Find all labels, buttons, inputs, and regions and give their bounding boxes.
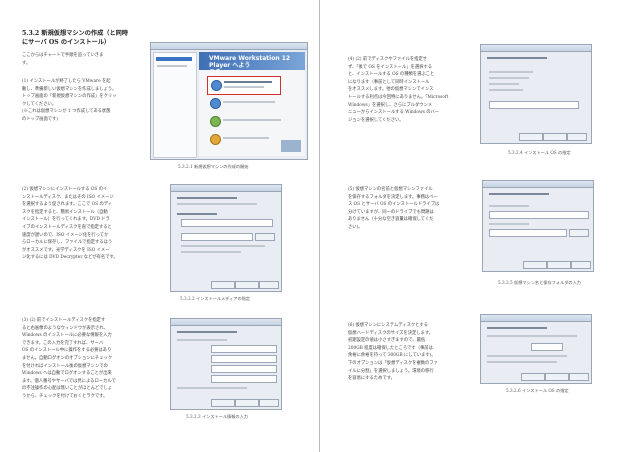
figure-caption-4: 5.3.2.4 インストール OS の指定 bbox=[508, 150, 571, 155]
intro-paragraph: ここからはチャートで手順を追っていきま す。 bbox=[22, 53, 104, 66]
vm-name-screenshot bbox=[482, 180, 594, 272]
book-spread: 5.3.2 新規仮想マシンの作成（と同時 にサーバ OS のインストール） ここ… bbox=[0, 0, 640, 452]
figure-caption-1: 5.3.2.1 新規仮想マシンの作成の開始 bbox=[178, 164, 249, 169]
step2-paragraph: (2) 仮想マシンにインストールする OS のイ ンストールディスク、またはその… bbox=[22, 187, 118, 261]
step5-paragraph: (5) 仮想マシンの名前と仮想マシンファイル を保存するフォルダを決定します。事… bbox=[348, 187, 440, 230]
section-heading: 5.3.2 新規仮想マシンの作成（と同時 にサーバ OS のインストール） bbox=[22, 30, 129, 46]
figure-caption-3: 5.3.2.3 インストール情報の入力 bbox=[186, 414, 248, 419]
figure-caption-2: 5.3.2.2 インストールメディアの指定 bbox=[180, 296, 251, 301]
open-vm-icon bbox=[210, 98, 221, 109]
page-gutter bbox=[319, 0, 320, 452]
help-icon bbox=[210, 134, 221, 145]
new-vm-highlight bbox=[207, 76, 281, 95]
install-media-screenshot bbox=[170, 184, 282, 292]
new-vm-icon bbox=[211, 80, 222, 91]
step6-paragraph: (6) 仮想マシンにシステムディスクとする 仮想ハードディスクのサイズを決定しま… bbox=[348, 323, 438, 382]
vmware-logo bbox=[281, 140, 301, 152]
step4-paragraph: (4) (2) 前でディスクやファイルを指定せ ず、「後で OS をインストール… bbox=[348, 57, 449, 123]
upgrade-icon bbox=[210, 116, 221, 127]
os-select-screenshot bbox=[480, 44, 592, 144]
figure-caption-6: 5.3.2.6 インストール OS の指定 bbox=[506, 388, 569, 393]
figure-caption-5: 5.3.2.5 仮想マシン名と保存フォルダの入力 bbox=[498, 280, 581, 285]
step1-paragraph: (1) インストールが終了したら VMware を起 動し、準備新しい仮想マシン… bbox=[22, 79, 117, 122]
disk-size-screenshot bbox=[480, 314, 592, 384]
install-info-screenshot bbox=[170, 318, 282, 410]
vmware-welcome-screenshot: VMware Workstation 12 Player へよう こそ bbox=[150, 42, 308, 160]
step3-paragraph: (3) (2) 前でインストールディスクを指定す ると右画像のようなウィンドウが… bbox=[22, 318, 116, 399]
vmware-welcome-title: VMware Workstation 12 Player へよう こそ bbox=[209, 55, 291, 76]
